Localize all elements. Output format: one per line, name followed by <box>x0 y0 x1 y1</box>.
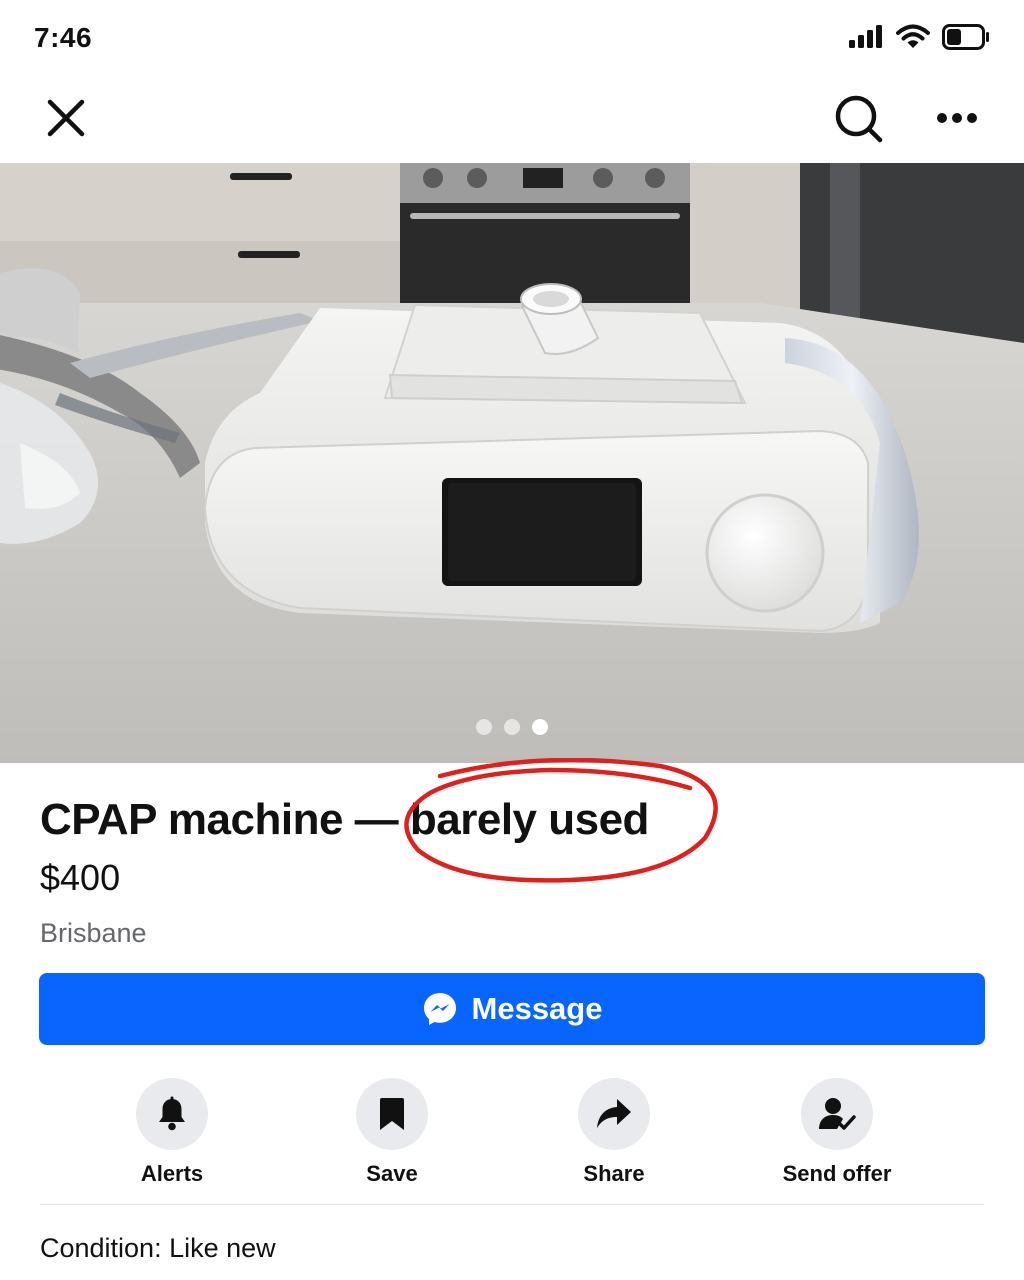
bell-icon <box>159 1096 185 1131</box>
alerts-icon-circle <box>136 1078 208 1150</box>
listing-location: Brisbane <box>40 918 147 948</box>
send-offer-button[interactable]: Send offer <box>737 1078 937 1188</box>
person-check-icon <box>819 1098 856 1130</box>
send-offer-label: Send offer <box>782 1161 892 1186</box>
pagination-dot[interactable] <box>504 719 520 735</box>
status-time: 7:46 <box>34 22 93 53</box>
send-offer-icon-circle <box>801 1078 873 1150</box>
status-icons <box>848 24 990 50</box>
share-button[interactable]: Share <box>514 1078 714 1188</box>
save-button[interactable]: Save <box>292 1078 492 1188</box>
save-icon-circle <box>356 1078 428 1150</box>
message-button[interactable]: Message <box>39 973 985 1045</box>
nav-bar <box>0 80 1024 162</box>
wifi-icon <box>896 24 930 48</box>
cellular-signal-icon <box>849 25 882 48</box>
status-bar: 7:46 <box>0 0 1024 80</box>
pagination-dot[interactable] <box>476 719 492 735</box>
save-label: Save <box>366 1161 418 1186</box>
title-row: CPAP machine — barely used <box>40 758 984 883</box>
share-icon-circle <box>578 1078 650 1150</box>
more-options-icon[interactable] <box>930 94 984 142</box>
alerts-button[interactable]: Alerts <box>72 1078 272 1188</box>
messenger-icon <box>423 993 456 1025</box>
search-icon[interactable] <box>832 92 886 146</box>
share-arrow-icon <box>597 1099 631 1128</box>
alerts-label: Alerts <box>140 1161 204 1186</box>
pagination-dot-active[interactable] <box>532 719 548 735</box>
condition-text: Condition: Like new <box>40 1233 276 1263</box>
listing-price: $400 <box>40 857 121 898</box>
close-icon[interactable] <box>42 94 90 142</box>
listing-photo[interactable] <box>0 163 1024 763</box>
photo-pagination <box>0 719 1024 735</box>
bookmark-icon <box>380 1098 404 1130</box>
cpap-photo <box>0 163 1024 763</box>
share-label: Share <box>583 1161 645 1186</box>
listing-title: CPAP machine — barely used <box>40 795 649 844</box>
divider <box>40 1204 984 1205</box>
battery-icon <box>942 24 989 50</box>
message-label: Message <box>471 991 603 1026</box>
action-row: Alerts Save Share Send offer <box>0 1078 1024 1188</box>
